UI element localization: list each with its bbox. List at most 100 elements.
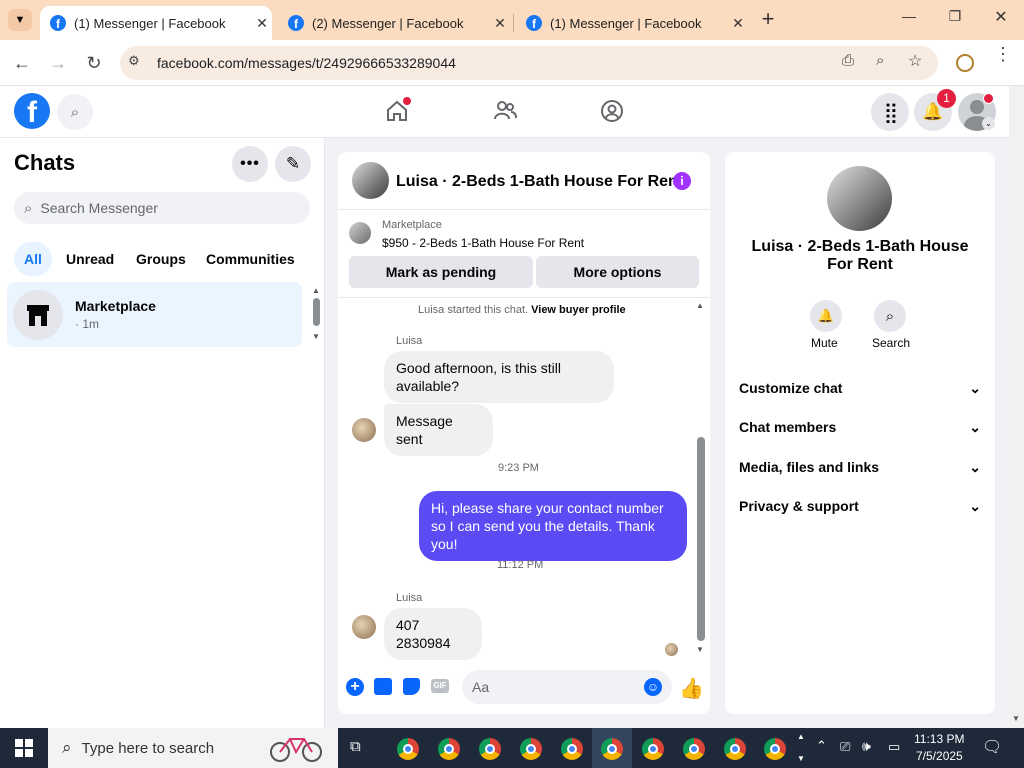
profile-icon[interactable] — [956, 54, 974, 72]
close-icon[interactable]: ✕ — [252, 15, 272, 32]
chat-title[interactable]: Luisa · 2-Beds 1-Bath House For Rent — [396, 173, 683, 191]
search-icon: ⌕ — [62, 738, 72, 757]
tab-search-button[interactable]: ▼ — [8, 9, 32, 31]
meet-now-icon[interactable]: ⎚ — [840, 739, 850, 755]
clock-date[interactable]: 7/5/2025 — [916, 749, 963, 763]
close-icon[interactable]: ✕ — [728, 15, 748, 32]
facebook-search-button[interactable]: ⌕ — [57, 94, 93, 130]
contact-avatar[interactable] — [352, 162, 389, 199]
account-chevron-icon[interactable]: ⌄ — [982, 117, 995, 130]
site-info-icon[interactable]: ⚙ — [128, 53, 140, 69]
menu-button[interactable]: ⣿ — [871, 93, 909, 131]
start-button[interactable] — [0, 728, 48, 768]
photo-icon[interactable] — [374, 678, 392, 695]
network-icon[interactable]: ▭ — [888, 739, 900, 755]
sidebar-scrollbar-thumb[interactable] — [313, 298, 320, 326]
more-options-button[interactable]: More options — [536, 256, 699, 288]
sticker-icon[interactable] — [403, 678, 420, 695]
forward-button[interactable]: → — [44, 49, 72, 77]
mark-as-pending-button[interactable]: Mark as pending — [349, 256, 533, 288]
task-view-button[interactable]: ⧉ — [350, 738, 370, 758]
minimize-button[interactable]: — — [896, 8, 922, 32]
scroll-down-arrow[interactable]: ▼ — [312, 332, 320, 341]
menu-kebab-icon[interactable]: ⋮ — [994, 45, 1012, 63]
section-privacy-support[interactable]: Privacy & support ⌄ — [739, 496, 981, 516]
listing-detail[interactable]: $950 - 2-Beds 1-Bath House For Rent — [382, 236, 584, 250]
new-tab-button[interactable]: + — [756, 8, 780, 32]
chats-options-button[interactable]: ••• — [232, 146, 268, 182]
like-thumb-icon[interactable]: 👍 — [679, 676, 704, 701]
show-hidden-icons-icon[interactable]: ⌃ — [816, 738, 827, 754]
sender-avatar[interactable] — [352, 615, 376, 639]
emoji-icon[interactable]: ☺ — [644, 678, 662, 696]
chrome-taskbar-icon[interactable] — [520, 738, 542, 760]
chrome-taskbar-icon[interactable] — [438, 738, 460, 760]
page-scroll-down-arrow[interactable]: ▼ — [1012, 714, 1020, 723]
chrome-taskbar-icon-active[interactable] — [601, 738, 623, 760]
scroll-down-arrow[interactable]: ▼ — [696, 645, 704, 654]
message-input[interactable]: Aa ☺ — [462, 670, 672, 704]
search-conversation-button[interactable]: ⌕ — [874, 300, 906, 332]
address-bar[interactable]: ⚙ facebook.com/messages/t/24929666533289… — [120, 46, 938, 80]
chat-scrollbar-thumb[interactable] — [697, 437, 705, 641]
search-icon: ⌕ — [70, 103, 80, 121]
chrome-taskbar-icon[interactable] — [642, 738, 664, 760]
filter-communities[interactable]: Communities — [206, 251, 295, 267]
message-bubble-outgoing[interactable]: Hi, please share your contact number so … — [419, 491, 687, 561]
nav-friends[interactable] — [492, 98, 518, 124]
search-messenger-field[interactable]: ⌕ Search Messenger — [14, 192, 310, 224]
notification-center-icon[interactable]: 🗨 — [982, 737, 1002, 757]
zoom-icon[interactable]: ⌕ — [876, 52, 884, 69]
filter-unread[interactable]: Unread — [66, 251, 114, 267]
filter-groups[interactable]: Groups — [136, 251, 186, 267]
section-chat-members[interactable]: Chat members ⌄ — [739, 417, 981, 437]
search-label: Search — [872, 336, 911, 350]
listing-thumbnail — [349, 222, 371, 244]
chrome-taskbar-icon[interactable] — [683, 738, 705, 760]
conversation-meta: · 1m — [75, 317, 99, 331]
scroll-up-arrow[interactable]: ▲ — [696, 301, 704, 310]
back-button[interactable]: ← — [8, 49, 36, 77]
browser-tab-1[interactable]: f (1) Messenger | Facebook ✕ — [40, 6, 272, 40]
conversation-info-button[interactable]: i — [673, 172, 691, 190]
browser-tab-3[interactable]: f (1) Messenger | Facebook ✕ — [516, 6, 748, 40]
taskbar-search-box[interactable]: ⌕ Type here to search — [48, 728, 338, 768]
browser-tab-strip: ▼ f (1) Messenger | Facebook ✕ f (2) Mes… — [0, 0, 1024, 40]
browser-tab-2[interactable]: f (2) Messenger | Facebook ✕ — [278, 6, 510, 40]
section-customize-chat[interactable]: Customize chat ⌄ — [739, 378, 981, 398]
install-app-icon[interactable]: ⎙ — [842, 52, 854, 69]
clock-time[interactable]: 11:13 PM — [914, 732, 964, 746]
chrome-taskbar-icon[interactable] — [724, 738, 746, 760]
message-bubble[interactable]: Message sent — [384, 404, 493, 456]
plus-circle-icon[interactable]: + — [346, 678, 364, 696]
close-window-button[interactable]: ✕ — [988, 7, 1014, 31]
volume-icon[interactable]: 🕪 — [862, 738, 871, 755]
notification-dot — [403, 97, 411, 105]
mute-button[interactable]: 🔔 — [810, 300, 842, 332]
chrome-taskbar-icon[interactable] — [397, 738, 419, 760]
nav-groups[interactable] — [599, 98, 625, 124]
bookmark-star-icon[interactable]: ☆ — [908, 51, 922, 71]
taskbar-scroll-up-arrow[interactable]: ▲ — [797, 732, 805, 741]
scroll-up-arrow[interactable]: ▲ — [312, 286, 320, 295]
section-media-files-links[interactable]: Media, files and links ⌄ — [739, 457, 981, 477]
new-message-button[interactable]: ✎ — [275, 146, 311, 182]
message-bubble[interactable]: 407 2830984 — [384, 608, 482, 660]
conversation-item-marketplace[interactable]: Marketplace · 1m — [7, 282, 302, 347]
reload-button[interactable]: ↻ — [80, 49, 108, 77]
filter-all[interactable]: All — [14, 242, 52, 276]
chrome-taskbar-icon[interactable] — [764, 738, 786, 760]
restore-button[interactable]: ❐ — [942, 8, 968, 32]
nav-home[interactable] — [384, 97, 411, 124]
chrome-taskbar-icon[interactable] — [479, 738, 501, 760]
facebook-logo[interactable]: f — [14, 93, 50, 129]
message-bubble[interactable]: Good afternoon, is this still available? — [384, 351, 614, 403]
chrome-taskbar-icon[interactable] — [561, 738, 583, 760]
close-icon[interactable]: ✕ — [490, 15, 510, 32]
contact-avatar-large[interactable] — [827, 166, 892, 231]
taskbar-scroll-down-arrow[interactable]: ▼ — [797, 754, 805, 763]
chat-header: Luisa · 2-Beds 1-Bath House For Rent i — [338, 152, 710, 210]
sender-avatar[interactable] — [352, 418, 376, 442]
gif-icon[interactable]: GIF — [431, 679, 449, 693]
view-buyer-profile-link[interactable]: View buyer profile — [531, 304, 626, 316]
